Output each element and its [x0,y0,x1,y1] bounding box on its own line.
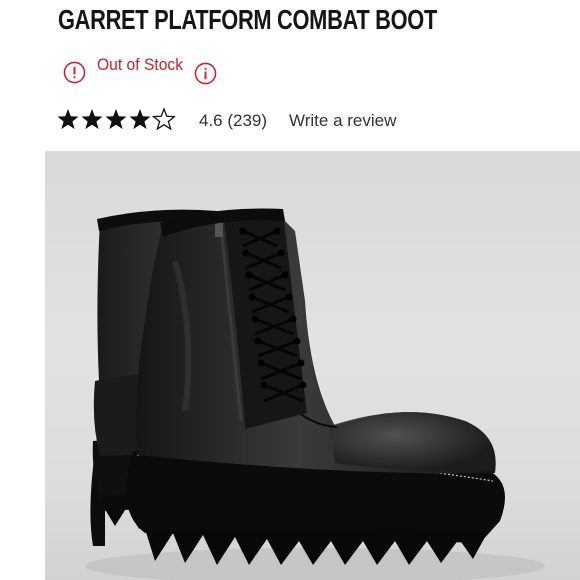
star-icon [81,109,103,129]
product-title: GARRET PLATFORM COMBAT BOOT [58,4,437,35]
boot-illustration [85,208,545,580]
rating-summary: 4.6 (239) [199,111,268,130]
star-icon [129,109,151,129]
alert-icon [63,61,86,84]
write-review-link[interactable]: Write a review [289,111,396,131]
stock-status: Out of Stock [63,55,263,89]
star-icon [57,109,79,129]
star-rating [57,108,175,130]
half-star-icon [152,108,175,130]
product-image [45,151,580,580]
stock-status-label: Out of Stock [97,55,184,74]
star-icon [105,109,127,129]
info-icon[interactable] [194,62,217,85]
right-boot [126,208,505,565]
rating-row: 4.6 (239) Write a review [57,106,437,136]
